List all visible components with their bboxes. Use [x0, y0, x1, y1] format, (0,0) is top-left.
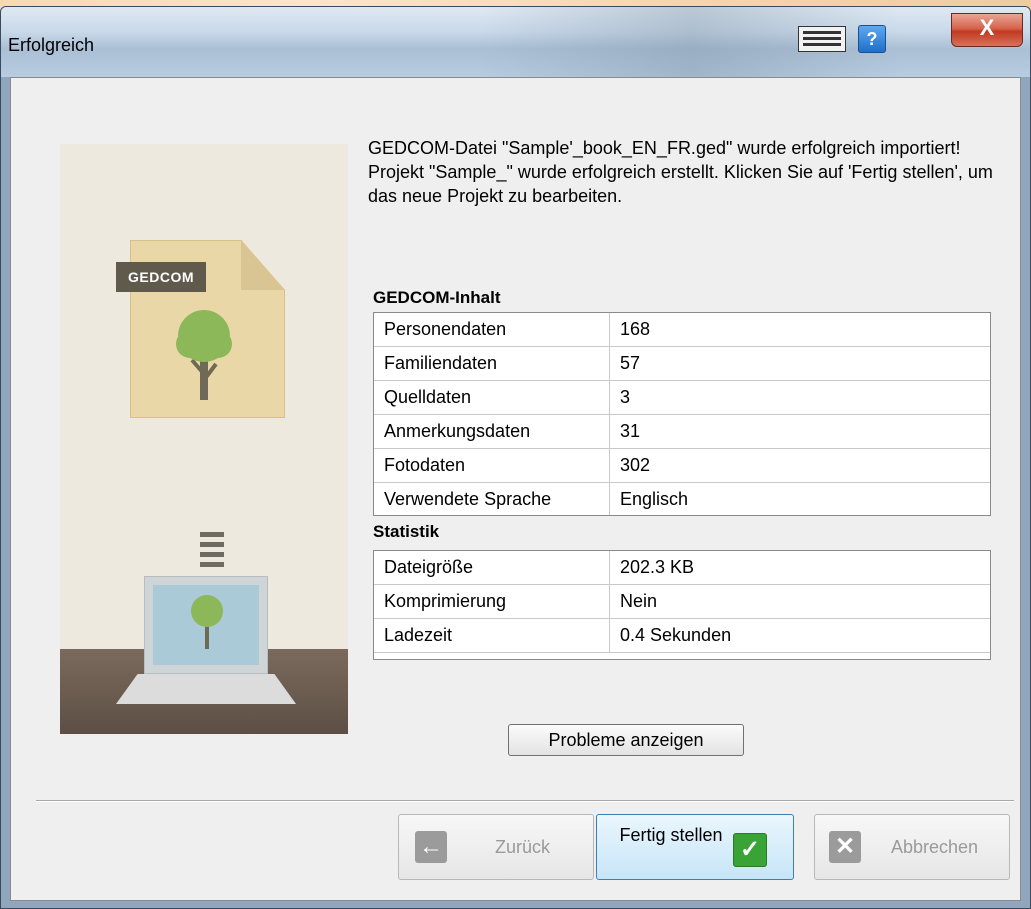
- keyboard-icon[interactable]: [798, 26, 846, 52]
- statistics-table[interactable]: Dateigröße 202.3 KB Komprimierung Nein Lad…: [373, 550, 991, 660]
- close-button[interactable]: X: [951, 13, 1023, 47]
- table-row: Personendaten 168: [374, 313, 990, 347]
- table-row: Anmerkungsdaten 31: [374, 415, 990, 449]
- table-row: Familiendaten 57: [374, 347, 990, 381]
- import-success-text: GEDCOM-Datei "Sample'_book_EN_FR.ged" wu…: [368, 138, 961, 158]
- x-icon: ✕: [829, 831, 861, 863]
- back-button[interactable]: ← Zurück: [398, 814, 594, 880]
- statistics-title: Statistik: [373, 522, 448, 542]
- finish-button-label: Fertig stellen: [619, 825, 723, 845]
- table-row: Fotodaten 302: [374, 449, 990, 483]
- gedcom-label: GEDCOM: [116, 262, 206, 292]
- checkmark-icon: ✓: [733, 833, 767, 867]
- table-row: Ladezeit 0.4 Sekunden: [374, 619, 990, 653]
- import-illustration: GEDCOM: [60, 144, 348, 734]
- show-problems-button[interactable]: Probleme anzeigen: [508, 724, 744, 756]
- import-message: GEDCOM-Datei "Sample'_book_EN_FR.ged" wu…: [368, 136, 998, 208]
- gedcom-content-title: GEDCOM-Inhalt: [373, 288, 501, 307]
- tree-icon: [176, 310, 232, 400]
- gedcom-content-table[interactable]: Personendaten 168 Familiendaten 57 Quellda…: [373, 312, 991, 516]
- table-row: Dateigröße 202.3 KB: [374, 551, 990, 585]
- window-title: Erfolgreich: [8, 35, 95, 55]
- table-row: Verwendete Sprache Englisch: [374, 483, 990, 515]
- help-icon[interactable]: ?: [858, 25, 886, 53]
- laptop-icon: [144, 576, 268, 674]
- table-row: Quelldaten 3: [374, 381, 990, 415]
- back-button-label: Zurück: [495, 837, 551, 857]
- project-created-text: Projekt "Sample_" wurde erfolgreich erst…: [368, 162, 993, 206]
- cancel-button[interactable]: ✕ Abbrechen: [814, 814, 1010, 880]
- finish-button[interactable]: Fertig stellen ✓: [596, 814, 794, 880]
- cancel-button-label: Abbrechen: [891, 837, 979, 857]
- arrow-left-icon: ←: [415, 831, 447, 863]
- laptop-tree-icon: [191, 595, 223, 649]
- table-row: Komprimierung Nein: [374, 585, 990, 619]
- title-bar[interactable]: Erfolgreich ? X: [1, 7, 1030, 77]
